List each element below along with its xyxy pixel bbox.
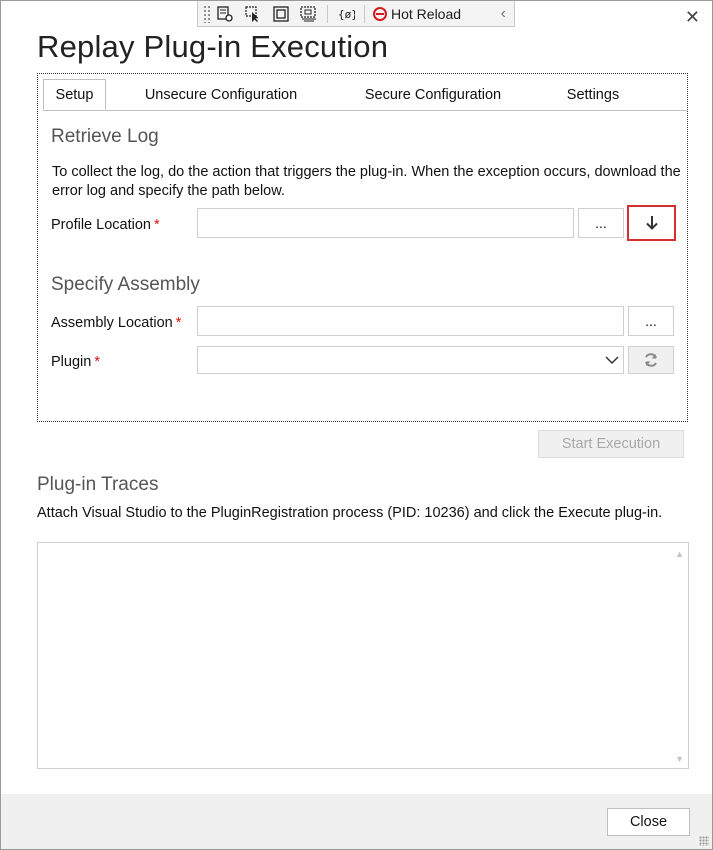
profile-location-label: Profile Location *	[51, 217, 160, 233]
tab-secure-configuration[interactable]: Secure Configuration	[353, 81, 513, 109]
toolbar-separator	[327, 4, 328, 23]
assembly-location-label: Assembly Location *	[51, 315, 181, 331]
hot-reload-toolbar: {ø} Hot Reload ‹	[197, 1, 515, 27]
traces-scrollbar[interactable]: ▲ ▼	[671, 543, 688, 768]
plugin-label: Plugin *	[51, 354, 100, 370]
tab-panel: Setup Unsecure Configuration Secure Conf…	[37, 73, 688, 422]
hot-reload-button[interactable]: Hot Reload	[373, 6, 461, 22]
profile-location-label-text: Profile Location	[51, 217, 151, 233]
scroll-down-icon[interactable]: ▼	[675, 754, 684, 764]
plugin-label-text: Plugin	[51, 354, 92, 370]
resize-grip-icon[interactable]	[699, 836, 709, 846]
hot-reload-label: Hot Reload	[391, 5, 462, 22]
select-element-icon[interactable]	[239, 3, 267, 25]
arrow-down-icon	[645, 216, 658, 230]
plugin-traces-description: Attach Visual Studio to the PluginRegist…	[37, 505, 663, 521]
page-title: Replay Plug-in Execution	[37, 29, 389, 64]
scroll-up-icon[interactable]: ▲	[675, 549, 684, 559]
retrieve-log-heading: Retrieve Log	[51, 126, 159, 147]
tab-settings[interactable]: Settings	[558, 81, 628, 109]
required-marker: *	[175, 315, 182, 331]
svg-text:{ø}: {ø}	[338, 8, 355, 21]
dialog-footer	[1, 794, 712, 849]
retrieve-log-description: To collect the log, do the action that t…	[52, 164, 681, 199]
toolbar-grip-icon[interactable]	[203, 4, 211, 23]
live-visual-tree-icon[interactable]	[211, 3, 239, 25]
start-execution-button[interactable]: Start Execution	[538, 430, 684, 458]
dialog-window: {ø} Hot Reload ‹ ✕ Replay Plug-in Execut…	[0, 0, 713, 850]
profile-browse-button[interactable]: ...	[578, 208, 624, 238]
tab-setup[interactable]: Setup	[43, 79, 106, 110]
plugin-traces-heading: Plug-in Traces	[37, 474, 159, 495]
required-marker: *	[153, 217, 160, 233]
tab-strip: Setup Unsecure Configuration Secure Conf…	[43, 79, 687, 111]
toolbar-separator	[364, 4, 365, 23]
tab-unsecure-configuration[interactable]: Unsecure Configuration	[133, 81, 309, 109]
assembly-location-input[interactable]	[197, 306, 624, 336]
chevron-down-icon	[605, 356, 619, 365]
download-log-button[interactable]	[627, 205, 676, 241]
refresh-plugins-button[interactable]	[628, 346, 674, 374]
track-focused-element-icon[interactable]	[295, 3, 323, 25]
required-marker: *	[94, 354, 100, 370]
display-layout-adorners-icon[interactable]	[267, 3, 295, 25]
collapse-chevron-icon[interactable]: ‹	[501, 5, 506, 23]
refresh-icon	[645, 353, 657, 367]
close-icon[interactable]: ✕	[685, 7, 700, 28]
stop-icon	[373, 6, 387, 21]
specify-assembly-heading: Specify Assembly	[51, 274, 200, 295]
profile-location-input[interactable]	[197, 208, 574, 238]
binding-failures-icon[interactable]: {ø}	[332, 3, 360, 25]
close-button[interactable]: Close	[607, 808, 690, 836]
assembly-location-label-text: Assembly Location	[51, 315, 173, 331]
plugin-select[interactable]	[197, 346, 624, 374]
plugin-traces-textarea[interactable]: ▲ ▼	[37, 542, 689, 769]
assembly-browse-button[interactable]: ...	[628, 306, 674, 336]
